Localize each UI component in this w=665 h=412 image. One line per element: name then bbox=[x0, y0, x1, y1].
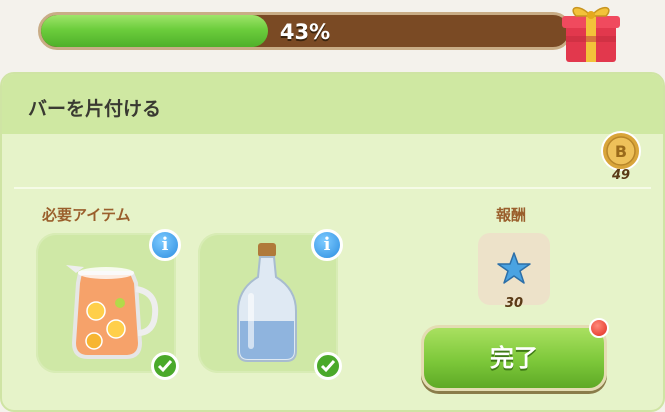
lemonade-completed-check-icon bbox=[151, 352, 179, 380]
progress-track: 43% bbox=[38, 12, 572, 50]
required-items-heading: 必要アイテム bbox=[42, 206, 131, 224]
water-bottle-info-button[interactable]: i bbox=[311, 229, 343, 261]
gift-box-icon[interactable] bbox=[556, 0, 626, 64]
reward-heading: 報酬 bbox=[496, 206, 527, 224]
progress-percent: 43% bbox=[279, 20, 331, 44]
blue-star-icon bbox=[497, 252, 531, 284]
panel-header: バーを片付ける bbox=[2, 74, 663, 134]
svg-text:B: B bbox=[615, 142, 627, 161]
task-title: バーを片付ける bbox=[28, 98, 162, 120]
reward-amount: 30 bbox=[504, 296, 524, 311]
water-bottle-completed-check-icon bbox=[314, 352, 342, 380]
coin-count: 49 bbox=[611, 168, 631, 183]
lemonade-info-button[interactable]: i bbox=[149, 229, 181, 261]
panel-divider bbox=[14, 187, 651, 189]
task-progress-bar: 43% bbox=[38, 12, 572, 50]
notification-dot bbox=[589, 318, 609, 338]
coin-icon: B bbox=[601, 131, 641, 171]
complete-button[interactable]: 完了 bbox=[421, 325, 607, 391]
reward-card bbox=[478, 233, 550, 305]
